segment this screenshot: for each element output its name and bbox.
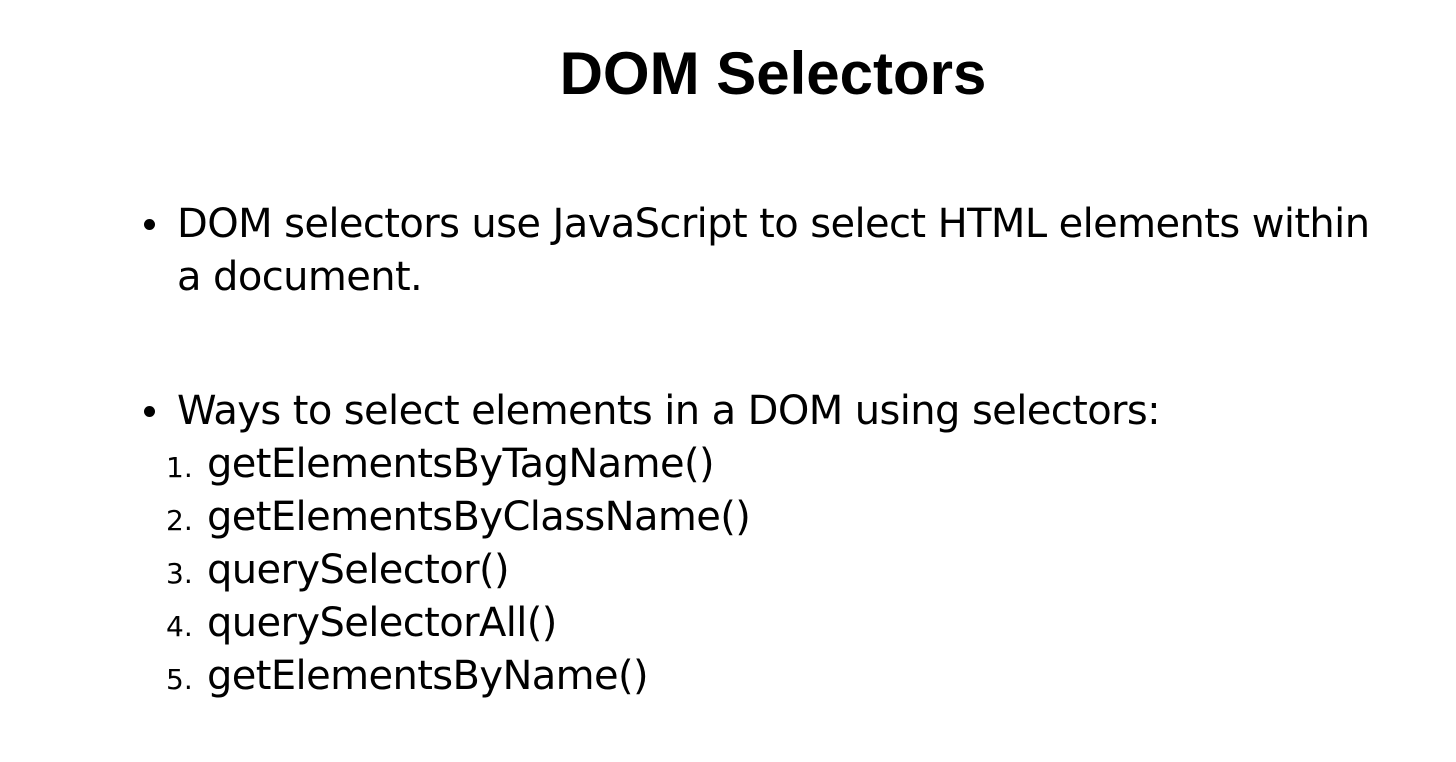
bullet-item: DOM selectors use JavaScript to select H… — [144, 198, 1394, 304]
list-item: 2. getElementsByClassName() — [166, 491, 751, 544]
method-name: getElementsByTagName() — [207, 441, 715, 487]
list-item: 3. querySelector() — [166, 544, 750, 597]
list-number: 2. — [166, 504, 193, 537]
bullet-dot-icon — [144, 219, 155, 230]
list-number: 4. — [166, 610, 193, 643]
bullet-text: DOM selectors use JavaScript to select H… — [177, 201, 1370, 300]
slide-title: DOM Selectors — [559, 40, 987, 107]
selector-methods-list: 1. getElementsByTagName() 2. getElementsBy… — [166, 438, 751, 703]
list-number: 3. — [166, 557, 193, 590]
list-item: 4. querySelectorAll() — [166, 597, 750, 650]
bullet-item: Ways to select elements in a DOM using s… — [144, 385, 1394, 438]
method-name: getElementsByName() — [207, 653, 649, 699]
method-name: querySelectorAll() — [207, 600, 557, 646]
list-item: 1. getElementsByTagName() — [166, 438, 750, 491]
method-name: querySelector() — [207, 547, 510, 593]
list-item: 5. getElementsByName() — [166, 650, 750, 703]
bullet-dot-icon — [144, 406, 155, 417]
bullet-text: Ways to select elements in a DOM using s… — [177, 388, 1161, 434]
list-number: 1. — [166, 451, 193, 484]
slide: DOM Selectors DOM selectors use JavaScri… — [0, 0, 1456, 762]
list-number: 5. — [166, 663, 193, 696]
method-name: getElementsByClassName() — [207, 494, 751, 540]
